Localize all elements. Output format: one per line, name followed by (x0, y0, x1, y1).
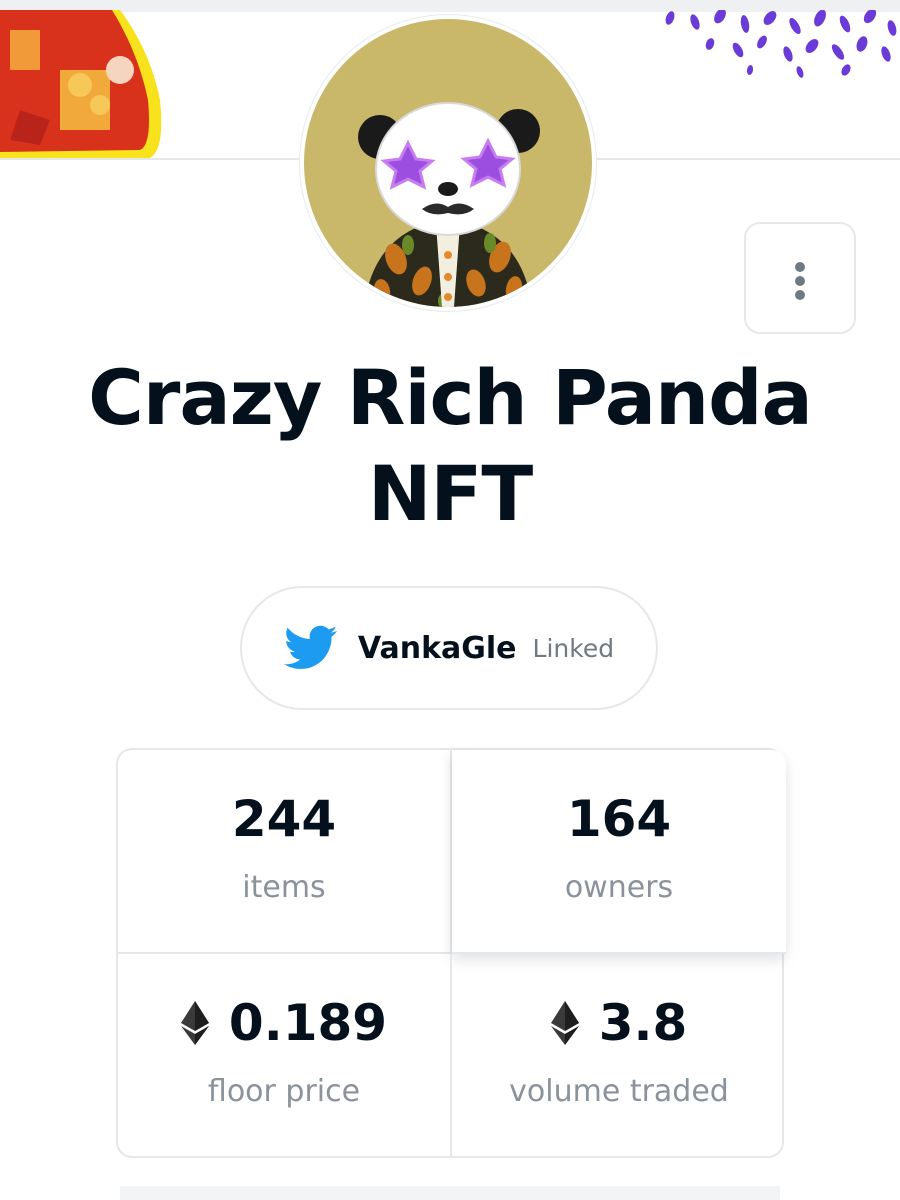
more-vertical-icon (795, 262, 805, 272)
twitter-linked-status: Linked (532, 633, 615, 663)
ethereum-icon (550, 1001, 579, 1045)
stat-label: items (242, 870, 326, 905)
stat-value: 164 (566, 790, 672, 848)
banner-image (0, 10, 162, 160)
more-vertical-icon (795, 290, 805, 300)
stat-value: 3.8 (598, 994, 688, 1052)
collection-avatar[interactable] (300, 15, 596, 311)
twitter-bird-icon (283, 625, 337, 669)
stat-label: floor price (207, 1074, 361, 1109)
stat-volume-traded[interactable]: 3.8 volume traded (452, 954, 786, 1158)
bottom-edge (120, 1186, 780, 1200)
stat-items[interactable]: 244 items (118, 750, 452, 954)
panda-avatar-image (304, 19, 592, 307)
collection-stats: 244 items 164 owners 0.189 floor price 3… (116, 748, 786, 1158)
stat-floor-price[interactable]: 0.189 floor price (118, 954, 452, 1158)
collection-title: Crazy Rich Panda NFT (88, 353, 813, 538)
stat-label: volume traded (509, 1074, 729, 1109)
stat-owners[interactable]: 164 owners (452, 750, 786, 954)
stat-label: owners (564, 870, 674, 905)
stat-value: 244 (231, 790, 337, 848)
more-vertical-icon (795, 276, 805, 286)
more-options-button[interactable] (744, 222, 856, 334)
ethereum-icon (180, 1001, 209, 1045)
banner-pattern (665, 10, 897, 78)
stat-value: 0.189 (228, 994, 388, 1052)
twitter-link[interactable]: VankaGle Linked (240, 586, 658, 710)
twitter-handle: VankaGle (357, 630, 517, 666)
